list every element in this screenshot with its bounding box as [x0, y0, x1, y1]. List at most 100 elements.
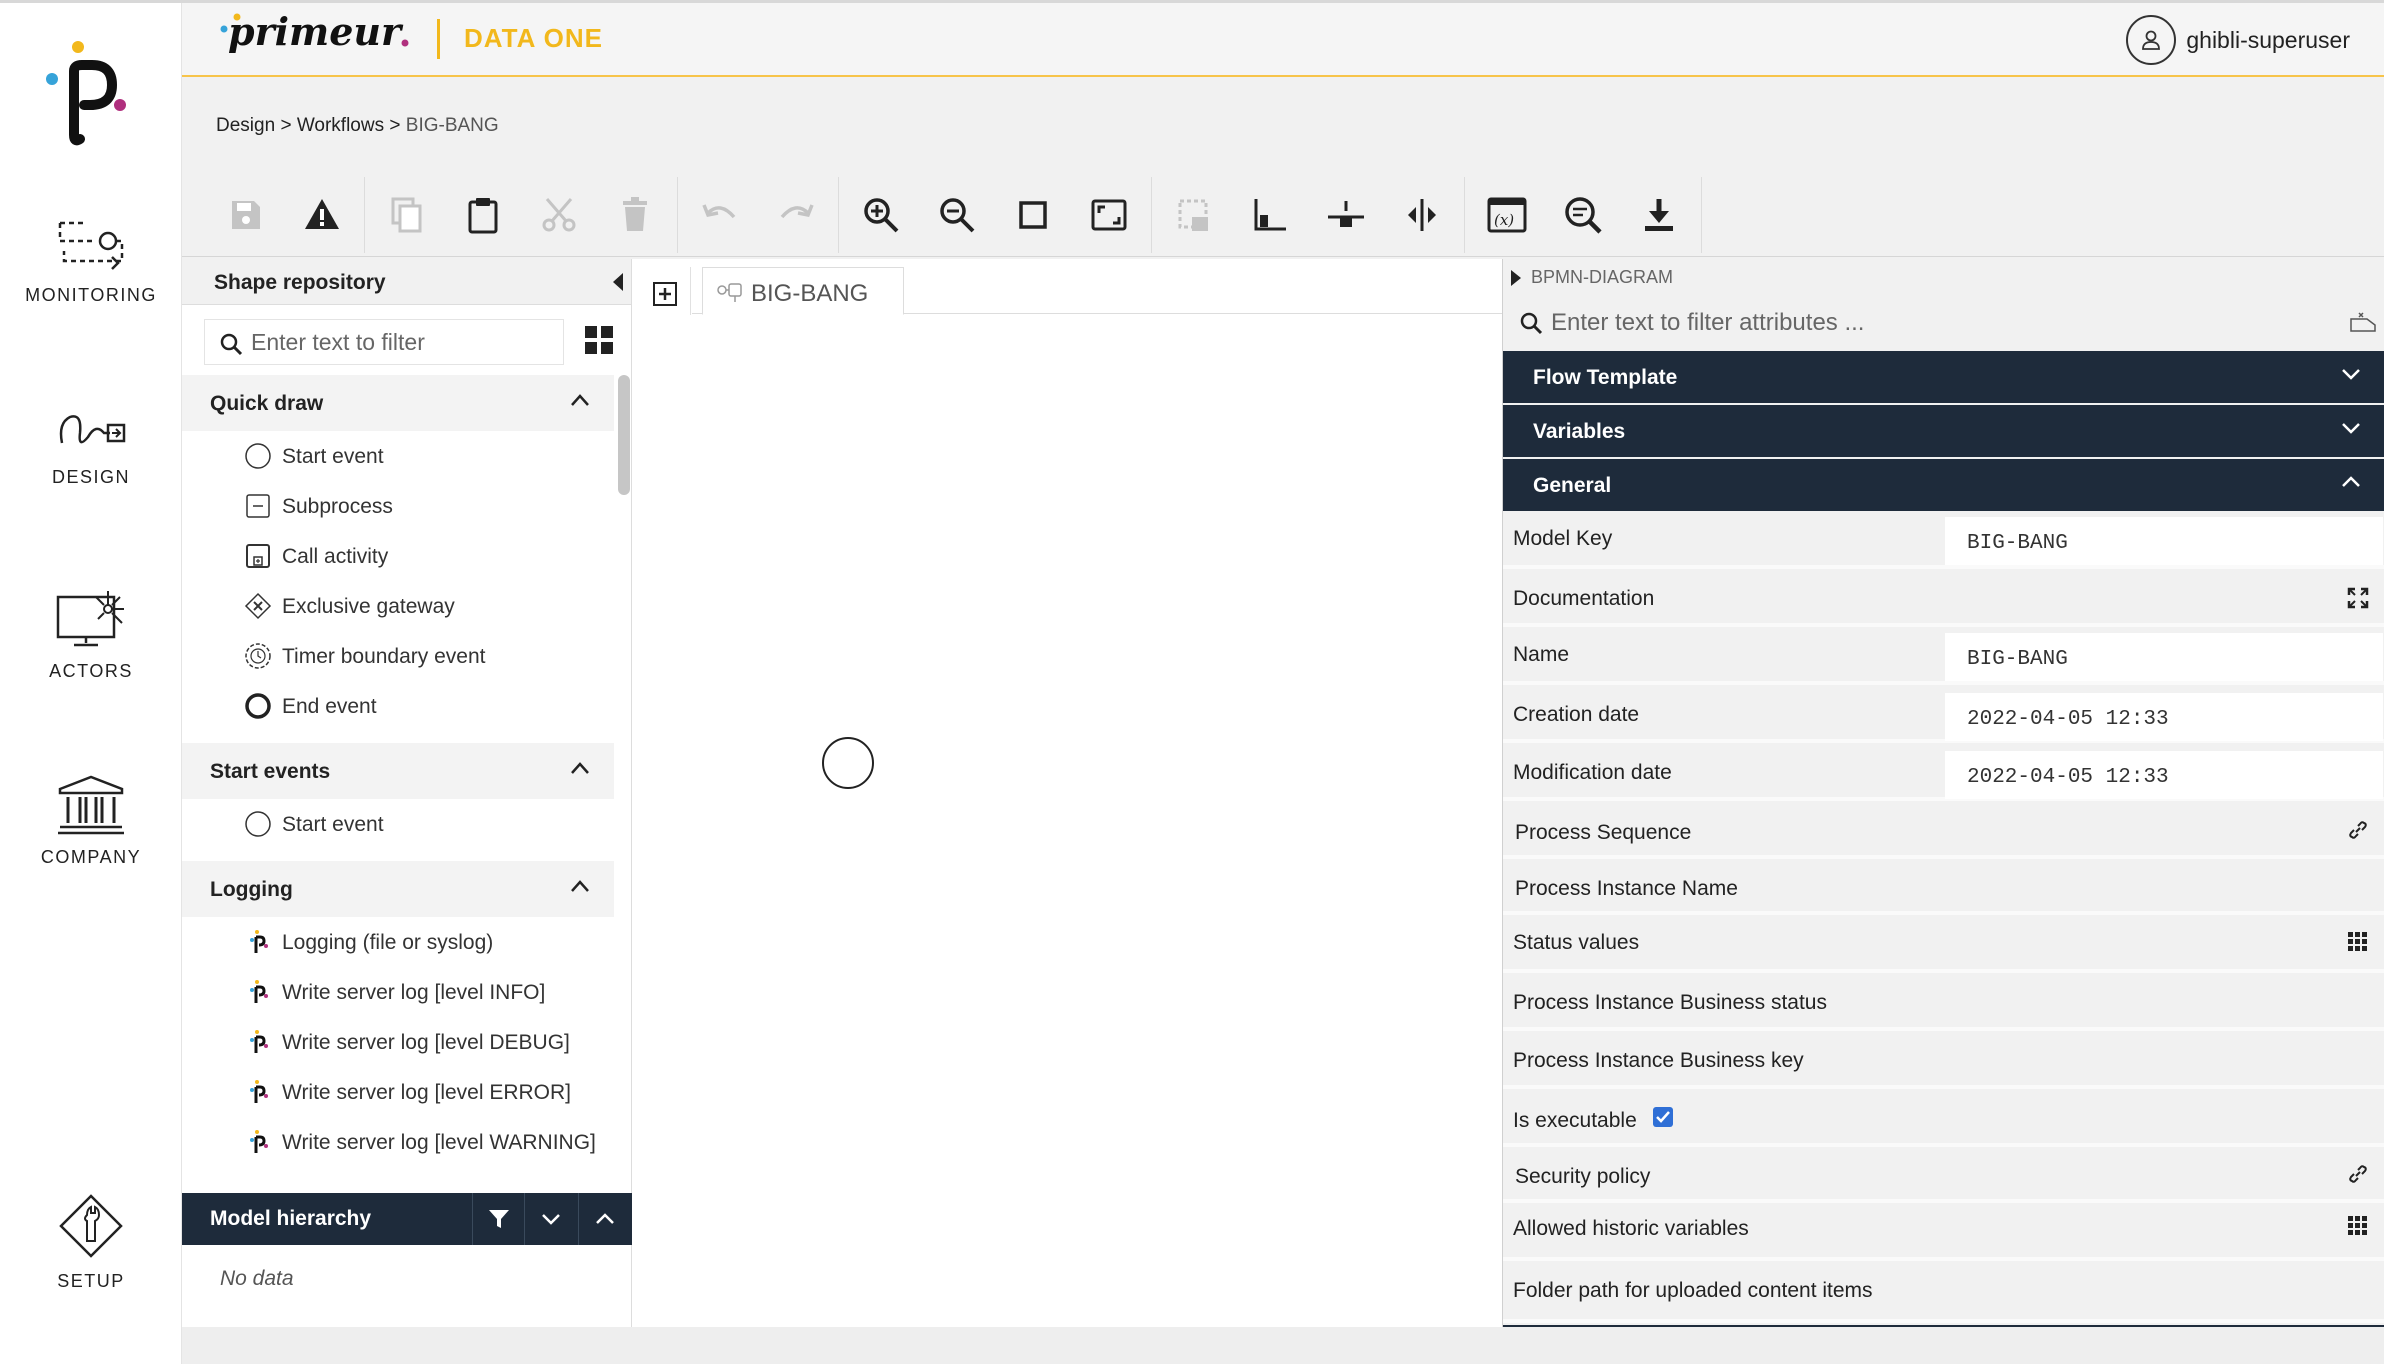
prop-row-name: Name BIG-BANG — [1503, 627, 2384, 685]
user-menu[interactable]: ghibli-superuser — [2126, 15, 2350, 65]
redo-button[interactable] — [758, 177, 834, 253]
shape-item-exclusive-gateway[interactable]: Exclusive gateway — [182, 581, 614, 631]
attribute-filter-input[interactable] — [1551, 307, 2311, 339]
prop-row-historic-variables[interactable]: Allowed historic variables — [1503, 1203, 2384, 1261]
nav-actors[interactable]: ACTORS — [0, 585, 182, 682]
model-key-field[interactable]: BIG-BANG — [1945, 517, 2383, 565]
shape-item-label: Write server log [level INFO] — [282, 981, 546, 1004]
section-logging[interactable]: Logging — [182, 861, 614, 917]
shape-item-end-event[interactable]: End event — [182, 681, 614, 731]
table-grid-icon[interactable] — [2347, 1215, 2369, 1237]
prop-row-security-policy[interactable]: Security policy — [1503, 1147, 2384, 1203]
model-hierarchy-empty: No data — [220, 1267, 294, 1290]
caret-right-icon[interactable] — [1509, 269, 1523, 287]
align-center-button[interactable] — [1384, 177, 1460, 253]
align-bottom-left-button[interactable] — [1232, 177, 1308, 253]
shape-filter-input[interactable] — [251, 328, 551, 356]
prop-row-documentation[interactable]: Documentation — [1503, 569, 2384, 627]
nav-monitoring[interactable]: MONITORING — [0, 213, 182, 306]
expand-icon[interactable] — [2347, 587, 2369, 609]
prop-row-is-executable: Is executable — [1503, 1089, 2384, 1147]
redo-icon — [780, 203, 814, 218]
grid-view-icon[interactable] — [584, 325, 614, 355]
add-tab-icon[interactable] — [652, 281, 678, 307]
brand-logo[interactable]: primeur — [218, 7, 418, 69]
align-middle-icon — [1328, 200, 1364, 227]
section-title: Variables — [1533, 420, 1626, 443]
collapse-repository-button[interactable] — [611, 271, 627, 293]
validate-button[interactable] — [284, 177, 360, 253]
prop-row-business-key[interactable]: Process Instance Business key — [1503, 1031, 2384, 1089]
primeur-logo[interactable] — [44, 39, 128, 149]
nav-company[interactable]: COMPANY — [0, 775, 182, 868]
shape-item-start-event[interactable]: Start event — [182, 799, 614, 849]
save-button[interactable] — [208, 177, 284, 253]
shape-item-start-event[interactable]: Start event — [182, 431, 614, 481]
prop-row-modification-date: Modification date 2022-04-05 12:33 — [1503, 743, 2384, 801]
shape-item-label: Start event — [282, 813, 384, 836]
tab-big-bang[interactable]: BIG-BANG — [702, 267, 904, 315]
name-field[interactable]: BIG-BANG — [1945, 633, 2383, 681]
shape-item-log-debug[interactable]: Write server log [level DEBUG] — [182, 1017, 614, 1067]
zoom-actual-button[interactable] — [995, 177, 1071, 253]
zoom-out-button[interactable] — [919, 177, 995, 253]
shape-item-logging[interactable]: Logging (file or syslog) — [182, 917, 614, 967]
undo-button[interactable] — [682, 177, 758, 253]
shape-item-log-error[interactable]: Write server log [level ERROR] — [182, 1067, 614, 1117]
is-executable-checkbox[interactable] — [1653, 1107, 1673, 1127]
repository-scrollbar[interactable] — [618, 375, 630, 495]
prop-row-process-instance-name[interactable]: Process Instance Name — [1503, 859, 2384, 915]
prop-row-folder-path[interactable]: Folder path for uploaded content items — [1503, 1261, 2384, 1323]
zoom-fit-button[interactable] — [1071, 177, 1147, 253]
diagram-canvas[interactable]: BIG-BANG — [632, 259, 1502, 1327]
subprocess-icon — [246, 494, 270, 518]
shape-repository-panel: Shape repository Quick draw Start event … — [182, 259, 632, 1327]
link-icon[interactable] — [2347, 819, 2369, 841]
breadcrumb-design[interactable]: Design — [216, 115, 275, 136]
delete-button[interactable] — [597, 177, 673, 253]
shape-item-log-warning[interactable]: Write server log [level WARNING] — [182, 1117, 614, 1167]
creation-date-field[interactable]: 2022-04-05 12:33 — [1945, 693, 2383, 741]
shape-item-call-activity[interactable]: Call activity — [182, 531, 614, 581]
prop-label: Name — [1513, 643, 1570, 666]
prop-row-status-values[interactable]: Status values — [1503, 915, 2384, 973]
hierarchy-expand-button[interactable] — [524, 1193, 576, 1245]
breadcrumb-workflows[interactable]: Workflows — [297, 115, 384, 136]
nav-design[interactable]: DESIGN — [0, 403, 182, 488]
variables-button[interactable]: (x) — [1469, 177, 1545, 253]
download-button[interactable] — [1621, 177, 1697, 253]
section-general[interactable]: General — [1503, 459, 2384, 511]
zoom-actual-icon — [1019, 200, 1047, 229]
section-flow-template[interactable]: Flow Template — [1503, 351, 2384, 403]
clear-filter-icon[interactable] — [2349, 311, 2377, 333]
section-quick-draw[interactable]: Quick draw — [182, 375, 614, 431]
shape-item-subprocess[interactable]: Subprocess — [182, 481, 614, 531]
zoom-in-button[interactable] — [843, 177, 919, 253]
shape-item-log-info[interactable]: Write server log [level INFO] — [182, 967, 614, 1017]
search-replace-button[interactable] — [1545, 177, 1621, 253]
tab-label: BIG-BANG — [751, 280, 869, 307]
section-start-events[interactable]: Start events — [182, 743, 614, 799]
hierarchy-collapse-button[interactable] — [578, 1193, 630, 1245]
brand-separator — [437, 19, 440, 59]
chevron-up-icon — [595, 1213, 614, 1224]
prop-label: Folder path for uploaded content items — [1513, 1279, 1873, 1302]
prop-row-process-sequence[interactable]: Process Sequence — [1503, 801, 2384, 859]
align-middle-button[interactable] — [1308, 177, 1384, 253]
section-title: Flow Template — [1533, 366, 1678, 389]
cut-button[interactable] — [521, 177, 597, 253]
link-icon[interactable] — [2347, 1163, 2369, 1185]
shape-item-timer-boundary-event[interactable]: Timer boundary event — [182, 631, 614, 681]
table-grid-icon[interactable] — [2347, 931, 2369, 953]
select-area-button[interactable] — [1156, 177, 1232, 253]
prop-label: Allowed historic variables — [1513, 1217, 1749, 1240]
section-variables[interactable]: Variables — [1503, 405, 2384, 457]
paste-button[interactable] — [445, 177, 521, 253]
copy-button[interactable] — [369, 177, 445, 253]
prop-row-business-status[interactable]: Process Instance Business status — [1503, 973, 2384, 1031]
zoom-in-icon — [864, 197, 899, 232]
start-event-shape[interactable] — [822, 737, 874, 789]
nav-setup[interactable]: SETUP — [0, 1193, 182, 1292]
modification-date-field[interactable]: 2022-04-05 12:33 — [1945, 751, 2383, 799]
hierarchy-filter-button[interactable] — [472, 1193, 524, 1245]
